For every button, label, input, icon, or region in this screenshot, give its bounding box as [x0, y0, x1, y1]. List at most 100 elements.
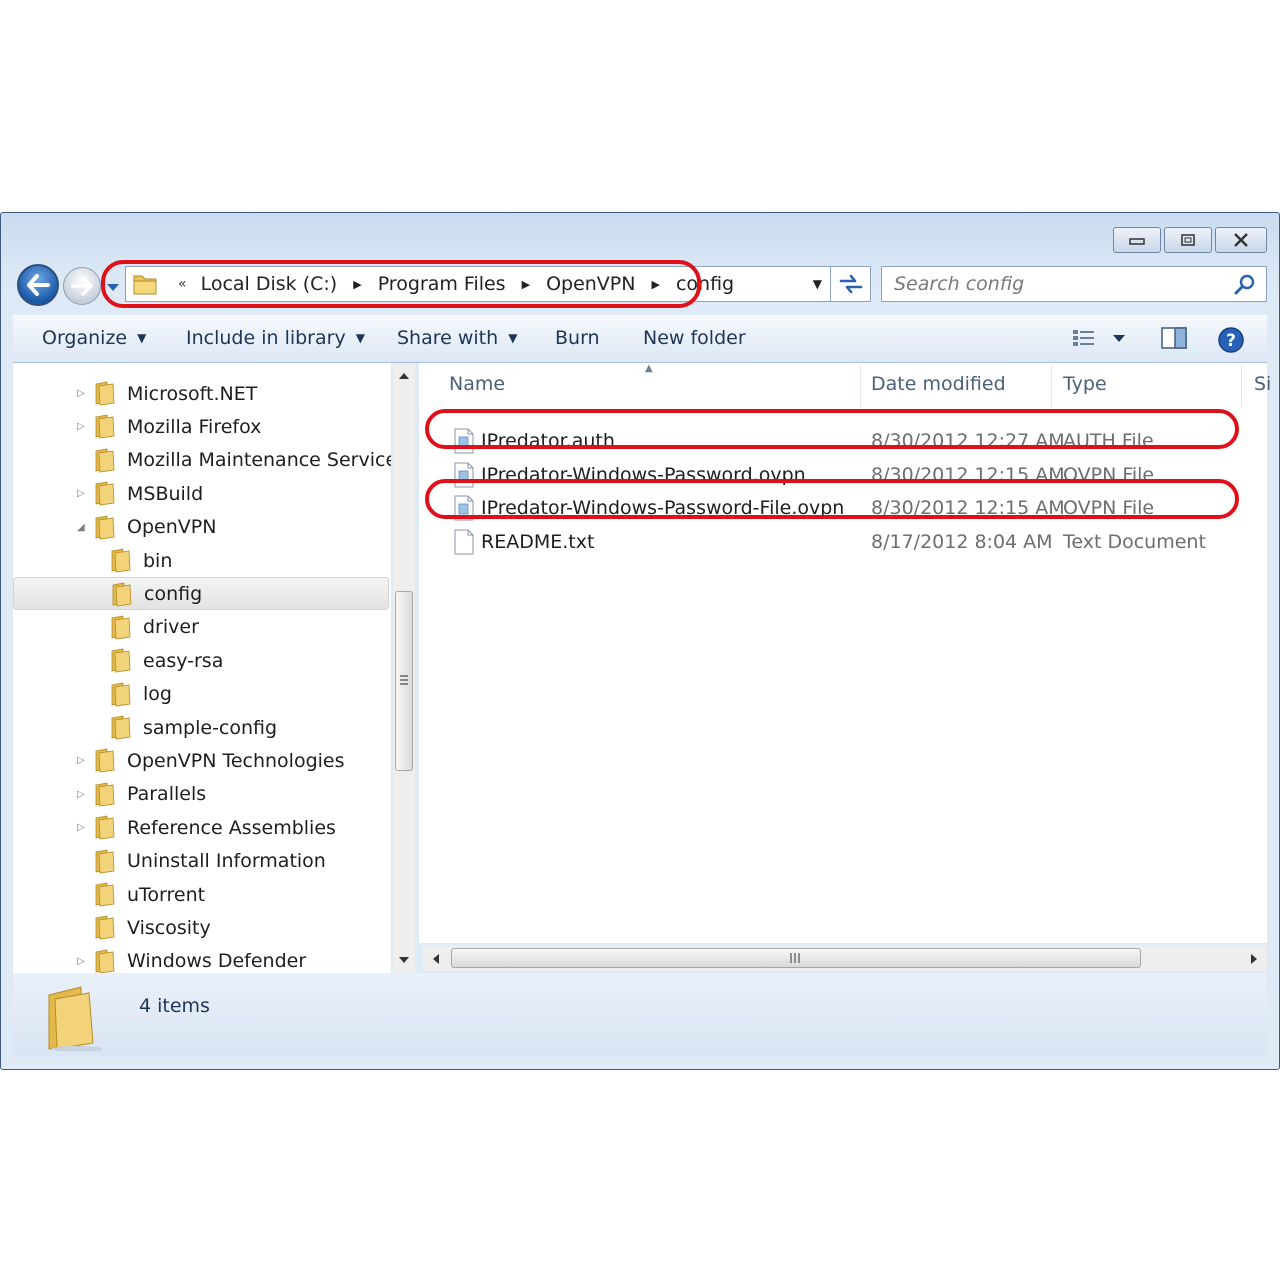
recent-pages-dropdown[interactable]	[105, 279, 121, 295]
file-row[interactable]: IPredator-Windows-Password.ovpn 8/30/2012…	[419, 459, 1267, 492]
file-list-horizontal-scrollbar[interactable]	[423, 945, 1267, 971]
nav-tree-item[interactable]: uTorrent	[13, 878, 389, 911]
address-dropdown-icon[interactable]: ▼	[813, 277, 822, 291]
nav-tree-item[interactable]: sample-config	[13, 711, 389, 744]
nav-tree-label: Parallels	[127, 783, 207, 806]
file-name: IPredator-Windows-Password-File.ovpn	[481, 497, 845, 520]
tree-expand-icon[interactable]: ▷	[77, 755, 85, 766]
navigation-pane: ▷ Microsoft.NET ▷ Mozilla Firefox Mozilla Ma…	[13, 363, 391, 973]
folder-icon	[109, 547, 133, 577]
organize-menu[interactable]: Organize ▼	[42, 327, 146, 349]
nav-tree-item[interactable]: config	[13, 577, 389, 611]
nav-tree-item[interactable]: ▷ OpenVPN Technologies	[13, 744, 389, 777]
breadcrumb-local-disk[interactable]: Local Disk (C:)	[201, 273, 338, 295]
column-header-name[interactable]: Name	[449, 373, 505, 395]
breadcrumb-program-files[interactable]: Program Files	[378, 273, 506, 295]
file-name: IPredator.auth	[481, 430, 615, 452]
maximize-icon	[1181, 234, 1195, 246]
tree-expand-icon[interactable]: ▷	[77, 956, 85, 967]
column-divider[interactable]	[860, 365, 861, 407]
chevron-down-icon: ▼	[137, 331, 147, 345]
breadcrumb-openvpn[interactable]: OpenVPN	[546, 273, 635, 295]
nav-tree-item[interactable]: log	[13, 678, 389, 711]
navigation-scroll-thumb[interactable]	[395, 591, 413, 771]
search-box[interactable]	[881, 266, 1267, 302]
scroll-down-icon[interactable]	[398, 955, 410, 965]
folder-icon	[110, 581, 134, 611]
nav-tree-label: Reference Assemblies	[127, 816, 336, 839]
close-icon	[1234, 233, 1248, 247]
file-row[interactable]: README.txt 8/17/2012 8:04 AM Text Document	[419, 526, 1267, 559]
chevron-down-icon: ▼	[355, 331, 365, 345]
share-with-menu[interactable]: Share with ▼	[397, 327, 517, 349]
file-list-scroll-thumb[interactable]	[451, 948, 1141, 968]
nav-tree-label: Microsoft.NET	[127, 382, 258, 405]
nav-tree-item[interactable]: Mozilla Maintenance Service	[13, 444, 391, 477]
search-input[interactable]	[894, 273, 1234, 295]
file-row[interactable]: IPredator-Windows-Password-File.ovpn 8/30…	[419, 492, 1267, 525]
breadcrumb-config[interactable]: config	[676, 273, 734, 295]
scroll-right-icon[interactable]	[1249, 953, 1259, 965]
column-divider[interactable]	[1241, 365, 1242, 407]
address-bar[interactable]: « Local Disk (C:) ▶ Program Files ▶ Open…	[125, 266, 831, 302]
breadcrumb-chevron-icon[interactable]: ▶	[353, 278, 361, 291]
command-bar: Organize ▼ Include in library ▼ Share with…	[13, 315, 1267, 363]
forward-button[interactable]	[63, 267, 101, 305]
back-button[interactable]	[17, 264, 59, 306]
folder-icon	[111, 682, 131, 707]
new-folder-button[interactable]: New folder	[643, 327, 746, 349]
scroll-left-icon[interactable]	[431, 953, 441, 965]
scroll-up-icon[interactable]	[398, 371, 410, 381]
refresh-button[interactable]	[831, 266, 871, 302]
nav-tree-item[interactable]: ▷ Windows Defender	[13, 945, 389, 973]
folder-icon	[109, 681, 133, 711]
nav-tree-item[interactable]: easy-rsa	[13, 644, 389, 677]
tree-expand-icon[interactable]: ▷	[77, 822, 85, 833]
nav-tree-item[interactable]: bin	[13, 544, 389, 577]
column-header-size[interactable]: Si	[1254, 373, 1271, 395]
minimize-button[interactable]	[1113, 227, 1161, 253]
nav-tree-item[interactable]: Uninstall Information	[13, 845, 389, 878]
breadcrumb-overflow[interactable]: «	[178, 276, 187, 292]
tree-expand-icon[interactable]: ▷	[77, 789, 85, 800]
nav-tree-label: uTorrent	[127, 883, 206, 906]
nav-tree-item[interactable]: ▷ Microsoft.NET	[13, 377, 389, 410]
nav-tree-item[interactable]: Viscosity	[13, 911, 389, 944]
nav-tree-item[interactable]: ▷ Parallels	[13, 778, 389, 811]
maximize-button[interactable]	[1164, 227, 1212, 253]
sort-ascending-icon: ▲	[645, 363, 653, 374]
tree-expand-icon[interactable]: ▷	[77, 488, 85, 499]
tree-expand-icon[interactable]: ▷	[77, 421, 85, 432]
navigation-pane-scrollbar[interactable]	[393, 363, 415, 973]
folder-icon	[93, 848, 117, 878]
include-in-library-menu[interactable]: Include in library ▼	[186, 327, 365, 349]
file-row[interactable]: IPredator.auth 8/30/2012 12:27 AM AUTH Fil…	[419, 425, 1267, 458]
nav-tree-item[interactable]: ▷ MSBuild	[13, 477, 389, 510]
column-divider[interactable]	[1051, 365, 1052, 407]
tree-expand-icon[interactable]: ▷	[77, 388, 85, 399]
preview-pane-icon	[1161, 327, 1187, 349]
burn-button[interactable]: Burn	[555, 327, 600, 349]
file-date-modified: 8/30/2012 12:15 AM	[871, 463, 1065, 486]
document-icon	[454, 428, 474, 454]
file-icon	[453, 428, 475, 458]
nav-tree-item[interactable]: ▷ Mozilla Firefox	[13, 410, 389, 443]
tree-collapse-icon[interactable]: ◢	[77, 522, 85, 533]
document-icon	[454, 495, 474, 521]
view-options-button[interactable]	[1071, 326, 1131, 354]
help-button[interactable]: ?	[1217, 326, 1245, 358]
nav-tree-item[interactable]: ▷ Reference Assemblies	[13, 811, 389, 844]
column-header-date-modified[interactable]: Date modified	[871, 373, 1006, 395]
nav-tree-item[interactable]: driver	[13, 611, 389, 644]
column-header-type[interactable]: Type	[1063, 373, 1107, 395]
close-button[interactable]	[1215, 227, 1267, 253]
folder-icon	[93, 380, 117, 410]
folder-icon	[93, 781, 117, 811]
nav-tree-item[interactable]: ◢ OpenVPN	[13, 511, 389, 544]
breadcrumb-chevron-icon[interactable]: ▶	[651, 278, 659, 291]
folder-icon	[93, 881, 117, 911]
breadcrumb-chevron-icon[interactable]: ▶	[522, 278, 530, 291]
file-icon	[453, 495, 475, 525]
search-icon[interactable]	[1234, 274, 1256, 296]
preview-pane-button[interactable]	[1160, 326, 1188, 354]
